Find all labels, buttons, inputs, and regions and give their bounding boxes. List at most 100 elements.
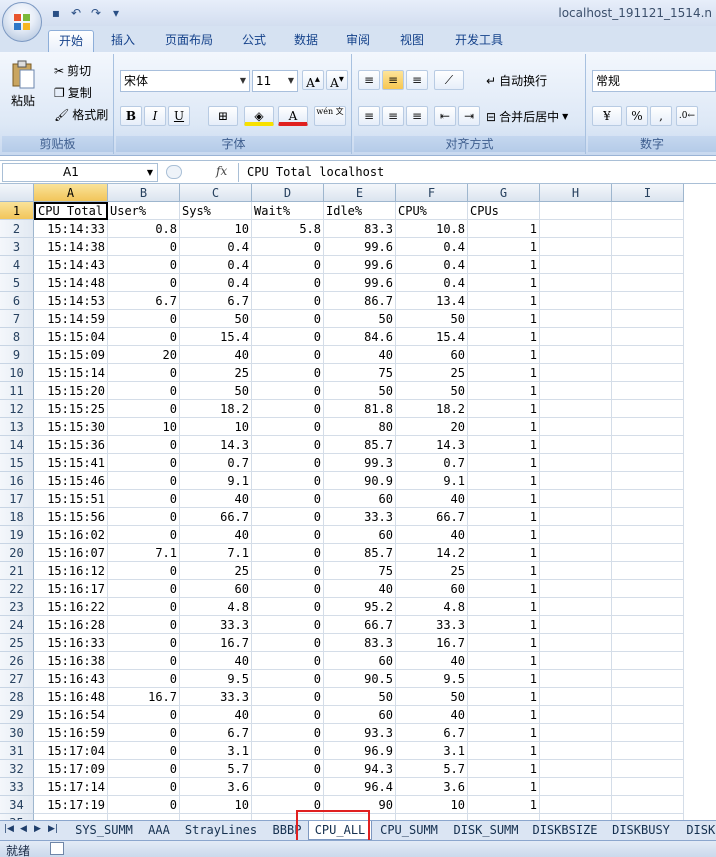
table-cell[interactable] [540, 328, 612, 346]
table-cell[interactable]: 60 [324, 652, 396, 670]
table-cell[interactable]: 5.7 [180, 760, 252, 778]
table-cell[interactable]: 1 [468, 616, 540, 634]
row-header[interactable]: 13 [0, 418, 34, 436]
table-cell[interactable]: 15:17:14 [34, 778, 108, 796]
table-cell[interactable]: 1 [468, 364, 540, 382]
fill-color-button[interactable]: ◈ [244, 106, 274, 126]
currency-button[interactable]: ¥ [592, 106, 622, 126]
table-cell[interactable]: 15:17:19 [34, 796, 108, 814]
table-cell[interactable] [540, 526, 612, 544]
table-cell[interactable] [540, 598, 612, 616]
table-cell[interactable]: 33.3 [180, 688, 252, 706]
table-cell[interactable] [612, 256, 684, 274]
table-cell[interactable]: 15:16:54 [34, 706, 108, 724]
table-cell[interactable]: 0 [108, 670, 180, 688]
sheet-tab-aaa[interactable]: AAA [142, 821, 176, 840]
table-cell[interactable]: 15:16:48 [34, 688, 108, 706]
table-cell[interactable]: 50 [396, 382, 468, 400]
table-cell[interactable]: 1 [468, 526, 540, 544]
table-cell[interactable]: 3.6 [180, 778, 252, 796]
table-cell[interactable]: 85.7 [324, 436, 396, 454]
sheet-tab-cpu-summ[interactable]: CPU_SUMM [372, 821, 446, 840]
table-cell[interactable]: 1 [468, 274, 540, 292]
table-cell[interactable]: 0 [108, 382, 180, 400]
decrease-indent-button[interactable]: ⇤ [434, 106, 456, 126]
table-cell[interactable]: 0.4 [180, 256, 252, 274]
table-cell[interactable] [612, 202, 684, 220]
row-header[interactable]: 23 [0, 598, 34, 616]
table-cell[interactable]: 25 [180, 364, 252, 382]
table-cell[interactable]: 83.3 [324, 220, 396, 238]
table-cell[interactable]: 15:16:43 [34, 670, 108, 688]
table-cell[interactable] [612, 526, 684, 544]
table-cell[interactable] [612, 400, 684, 418]
table-cell[interactable]: 0 [108, 436, 180, 454]
row-header[interactable]: 12 [0, 400, 34, 418]
table-cell[interactable] [540, 202, 612, 220]
fx-icon[interactable]: fx [216, 164, 227, 178]
table-cell[interactable]: 15:15:04 [34, 328, 108, 346]
table-cell[interactable] [540, 238, 612, 256]
table-cell[interactable]: 7.1 [180, 544, 252, 562]
phonetic-button[interactable]: wén 文 [314, 106, 346, 126]
table-cell[interactable] [540, 364, 612, 382]
table-cell[interactable]: 0 [252, 274, 324, 292]
row-header[interactable]: 24 [0, 616, 34, 634]
header-cell[interactable]: Idle% [324, 202, 396, 220]
table-cell[interactable]: 60 [396, 346, 468, 364]
table-cell[interactable]: 40 [396, 490, 468, 508]
tab-view[interactable]: 视图 [390, 30, 434, 52]
insert-function-dropdown-icon[interactable] [166, 165, 182, 179]
table-cell[interactable]: 1 [468, 634, 540, 652]
table-cell[interactable]: 60 [180, 580, 252, 598]
table-cell[interactable]: 25 [180, 562, 252, 580]
table-cell[interactable]: 15:15:09 [34, 346, 108, 364]
table-cell[interactable]: 13.4 [396, 292, 468, 310]
borders-button[interactable]: ⊞ [208, 106, 238, 126]
table-cell[interactable]: 15:14:53 [34, 292, 108, 310]
row-header[interactable]: 8 [0, 328, 34, 346]
table-cell[interactable]: 25 [396, 562, 468, 580]
wrap-text-button[interactable]: ↵ 自动换行 [486, 72, 547, 89]
sheet-tab-straylines[interactable]: StrayLines [176, 821, 266, 840]
table-cell[interactable]: 0.4 [180, 238, 252, 256]
table-cell[interactable]: 0 [252, 724, 324, 742]
table-cell[interactable]: 99.6 [324, 256, 396, 274]
table-cell[interactable] [612, 652, 684, 670]
table-cell[interactable]: 40 [180, 652, 252, 670]
table-cell[interactable] [540, 724, 612, 742]
table-cell[interactable]: 86.7 [324, 292, 396, 310]
table-cell[interactable]: 15:16:22 [34, 598, 108, 616]
table-cell[interactable] [612, 310, 684, 328]
table-cell[interactable]: 15:16:07 [34, 544, 108, 562]
table-cell[interactable] [540, 634, 612, 652]
table-cell[interactable]: 0 [252, 634, 324, 652]
table-cell[interactable]: 0 [108, 724, 180, 742]
column-header-e[interactable]: E [324, 184, 396, 202]
column-header-i[interactable]: I [612, 184, 684, 202]
table-cell[interactable] [540, 688, 612, 706]
table-cell[interactable]: 1 [468, 238, 540, 256]
table-cell[interactable]: 0.7 [396, 454, 468, 472]
table-cell[interactable]: 0 [108, 400, 180, 418]
table-cell[interactable]: 40 [396, 706, 468, 724]
align-middle-button[interactable]: ≡ [382, 70, 404, 90]
table-cell[interactable]: 3.1 [396, 742, 468, 760]
table-cell[interactable]: 0 [252, 418, 324, 436]
table-cell[interactable]: 1 [468, 688, 540, 706]
table-cell[interactable]: 50 [396, 310, 468, 328]
table-cell[interactable]: 0 [108, 634, 180, 652]
sheet-tab-disk-summ[interactable]: DISK_SUMM [446, 821, 526, 840]
table-cell[interactable] [540, 274, 612, 292]
table-cell[interactable] [612, 688, 684, 706]
cut-button[interactable]: ✂ 剪切 [54, 62, 91, 79]
table-cell[interactable]: 0 [252, 382, 324, 400]
table-cell[interactable]: 15:14:59 [34, 310, 108, 328]
table-cell[interactable]: 15.4 [180, 328, 252, 346]
table-cell[interactable]: 60 [324, 490, 396, 508]
table-cell[interactable]: 0 [108, 364, 180, 382]
row-header[interactable]: 16 [0, 472, 34, 490]
name-box[interactable]: A1 ▼ [2, 163, 158, 182]
row-header[interactable]: 25 [0, 634, 34, 652]
table-cell[interactable]: 0.4 [396, 274, 468, 292]
